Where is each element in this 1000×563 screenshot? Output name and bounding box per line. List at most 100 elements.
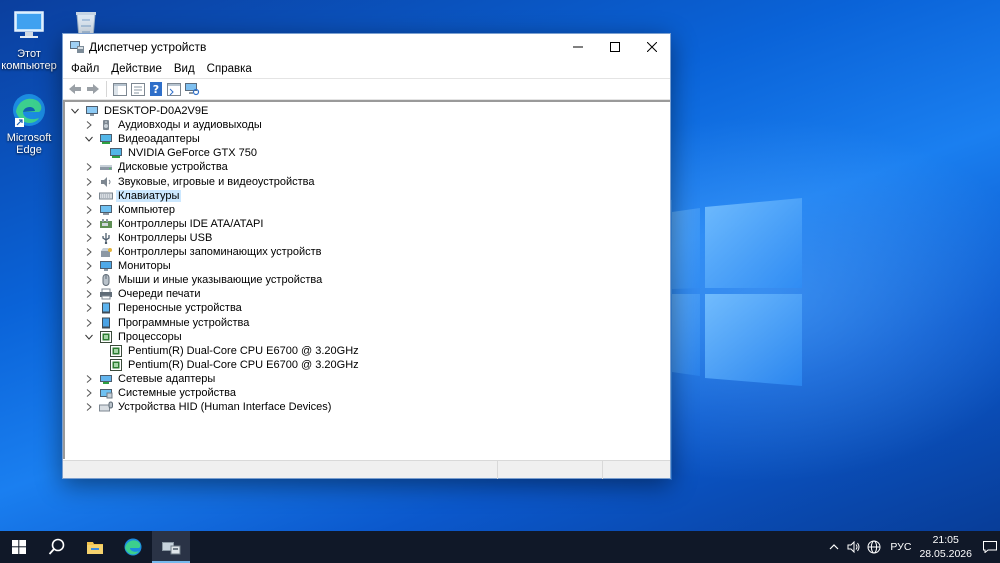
- tree-category[interactable]: Системные устройства: [83, 386, 238, 400]
- window-titlebar[interactable]: Диспетчер устройств: [63, 34, 670, 60]
- system-tray: РУС 21:05 28.05.2026: [824, 531, 1000, 563]
- tree-device[interactable]: Pentium(R) Dual-Core CPU E6700 @ 3.20GHz: [109, 344, 361, 358]
- system-device-icon: [100, 389, 113, 399]
- this-pc-icon: [14, 11, 44, 38]
- network-button[interactable]: [865, 531, 883, 563]
- tree-category[interactable]: Компьютер: [83, 203, 177, 217]
- window-title: Диспетчер устройств: [89, 40, 207, 54]
- expander[interactable]: [83, 274, 95, 286]
- tree-category[interactable]: Контроллеры запоминающих устройств: [83, 245, 323, 259]
- expander[interactable]: [83, 246, 95, 258]
- tree-item-label: Сетевые адаптеры: [118, 372, 216, 385]
- status-segment: [63, 461, 498, 479]
- file-explorer-icon: [87, 542, 103, 554]
- tree-category[interactable]: Процессоры: [83, 330, 184, 344]
- action-center-button[interactable]: [980, 531, 1000, 563]
- expander[interactable]: [83, 204, 95, 216]
- chevron-right-icon: [86, 219, 92, 228]
- taskbar-edge[interactable]: [114, 531, 152, 563]
- status-segment: [498, 461, 603, 479]
- search-button[interactable]: [38, 531, 76, 563]
- tree-item-label: Процессоры: [118, 330, 182, 343]
- expander[interactable]: [83, 373, 95, 385]
- tree-category[interactable]: Контроллеры USB: [83, 231, 214, 245]
- tree-category[interactable]: Сетевые адаптеры: [83, 372, 217, 386]
- expander[interactable]: [83, 387, 95, 399]
- menu-help[interactable]: Справка: [201, 63, 258, 75]
- tree-item-label: Pentium(R) Dual-Core CPU E6700 @ 3.20GHz: [128, 358, 359, 371]
- expander[interactable]: [83, 401, 95, 413]
- computer-icon: [100, 204, 112, 215]
- expander[interactable]: [83, 218, 95, 230]
- chevron-right-icon: [86, 403, 92, 411]
- tree-device[interactable]: NVIDIA GeForce GTX 750: [109, 146, 259, 160]
- sound-icon: [101, 176, 111, 187]
- input-language-indicator[interactable]: РУС: [890, 541, 911, 553]
- tree-category[interactable]: Контроллеры IDE ATA/ATAPI: [83, 217, 265, 231]
- menu-view[interactable]: Вид: [168, 63, 201, 75]
- tree-item-label: Контроллеры USB: [118, 231, 213, 244]
- expander[interactable]: [83, 260, 95, 272]
- clock[interactable]: 21:05 28.05.2026: [919, 533, 972, 561]
- tree-category[interactable]: Устройства HID (Human Interface Devices): [83, 400, 333, 414]
- expander[interactable]: [83, 232, 95, 244]
- action-pane-icon: [167, 82, 181, 96]
- volume-button[interactable]: [845, 531, 863, 563]
- expander[interactable]: [83, 133, 95, 145]
- forward-arrow-icon: [87, 84, 99, 94]
- desktop-icon-label: Этот компьютер: [1, 48, 57, 72]
- show-hidden-icons-button[interactable]: [825, 531, 843, 563]
- tree-category[interactable]: Программные устройства: [83, 316, 251, 330]
- expander[interactable]: [83, 119, 95, 131]
- start-button[interactable]: [0, 531, 38, 563]
- edge-icon: [124, 538, 142, 556]
- tree-category[interactable]: Клавиатуры: [83, 189, 182, 203]
- chevron-right-icon: [86, 262, 92, 270]
- status-segment: [603, 461, 670, 479]
- taskbar-file-explorer[interactable]: [76, 531, 114, 563]
- taskbar-device-manager[interactable]: [152, 531, 190, 563]
- tree-root-computer[interactable]: DESKTOP-D0A2V9E: [69, 104, 210, 118]
- tree-category[interactable]: Переносные устройства: [83, 301, 244, 315]
- desktop-icon-microsoft-edge[interactable]: Microsoft Edge: [0, 90, 58, 156]
- tree-device[interactable]: Pentium(R) Dual-Core CPU E6700 @ 3.20GHz: [109, 358, 361, 372]
- expander[interactable]: [83, 161, 95, 173]
- desktop-icon-this-pc[interactable]: Этот компьютер: [0, 6, 58, 72]
- expander[interactable]: [83, 302, 95, 314]
- tree-category[interactable]: Мониторы: [83, 259, 173, 273]
- help-button[interactable]: ?: [147, 80, 165, 98]
- mouse-icon: [102, 274, 110, 287]
- properties-button[interactable]: [129, 80, 147, 98]
- tree-category[interactable]: Звуковые, игровые и видеоустройства: [83, 175, 317, 189]
- expander[interactable]: [83, 288, 95, 300]
- expander[interactable]: [83, 176, 95, 188]
- console-tree-button[interactable]: [111, 80, 129, 98]
- back-button[interactable]: [66, 80, 84, 98]
- expander[interactable]: [83, 317, 95, 329]
- forward-button[interactable]: [84, 80, 102, 98]
- device-tree[interactable]: DESKTOP-D0A2V9E Аудиовходы и аудиовыходы В…: [63, 100, 670, 459]
- minimize-button[interactable]: [559, 34, 596, 60]
- tree-category[interactable]: Аудиовходы и аудиовыходы: [83, 118, 264, 132]
- menu-action[interactable]: Действие: [105, 63, 168, 75]
- svg-text:?: ?: [153, 83, 159, 96]
- close-button[interactable]: [633, 34, 670, 60]
- menu-file[interactable]: Файл: [65, 63, 105, 75]
- action-pane-button[interactable]: [165, 80, 183, 98]
- tree-category[interactable]: Дисковые устройства: [83, 160, 230, 174]
- printer-icon: [100, 288, 112, 300]
- tree-category[interactable]: Мыши и иные указывающие устройства: [83, 273, 324, 287]
- expander[interactable]: [69, 105, 81, 117]
- expander[interactable]: [83, 190, 95, 202]
- tree-category[interactable]: Видеоадаптеры: [83, 132, 202, 146]
- expander[interactable]: [83, 331, 95, 343]
- clock-time: 21:05: [932, 534, 959, 546]
- close-icon: [646, 42, 657, 52]
- help-icon: ?: [150, 82, 162, 96]
- tree-category[interactable]: Очереди печати: [83, 287, 203, 301]
- scan-hardware-icon: [185, 83, 200, 96]
- keyboard-icon: [99, 192, 113, 200]
- chevron-right-icon: [86, 121, 92, 129]
- maximize-button[interactable]: [596, 34, 633, 60]
- scan-hardware-button[interactable]: [183, 80, 201, 98]
